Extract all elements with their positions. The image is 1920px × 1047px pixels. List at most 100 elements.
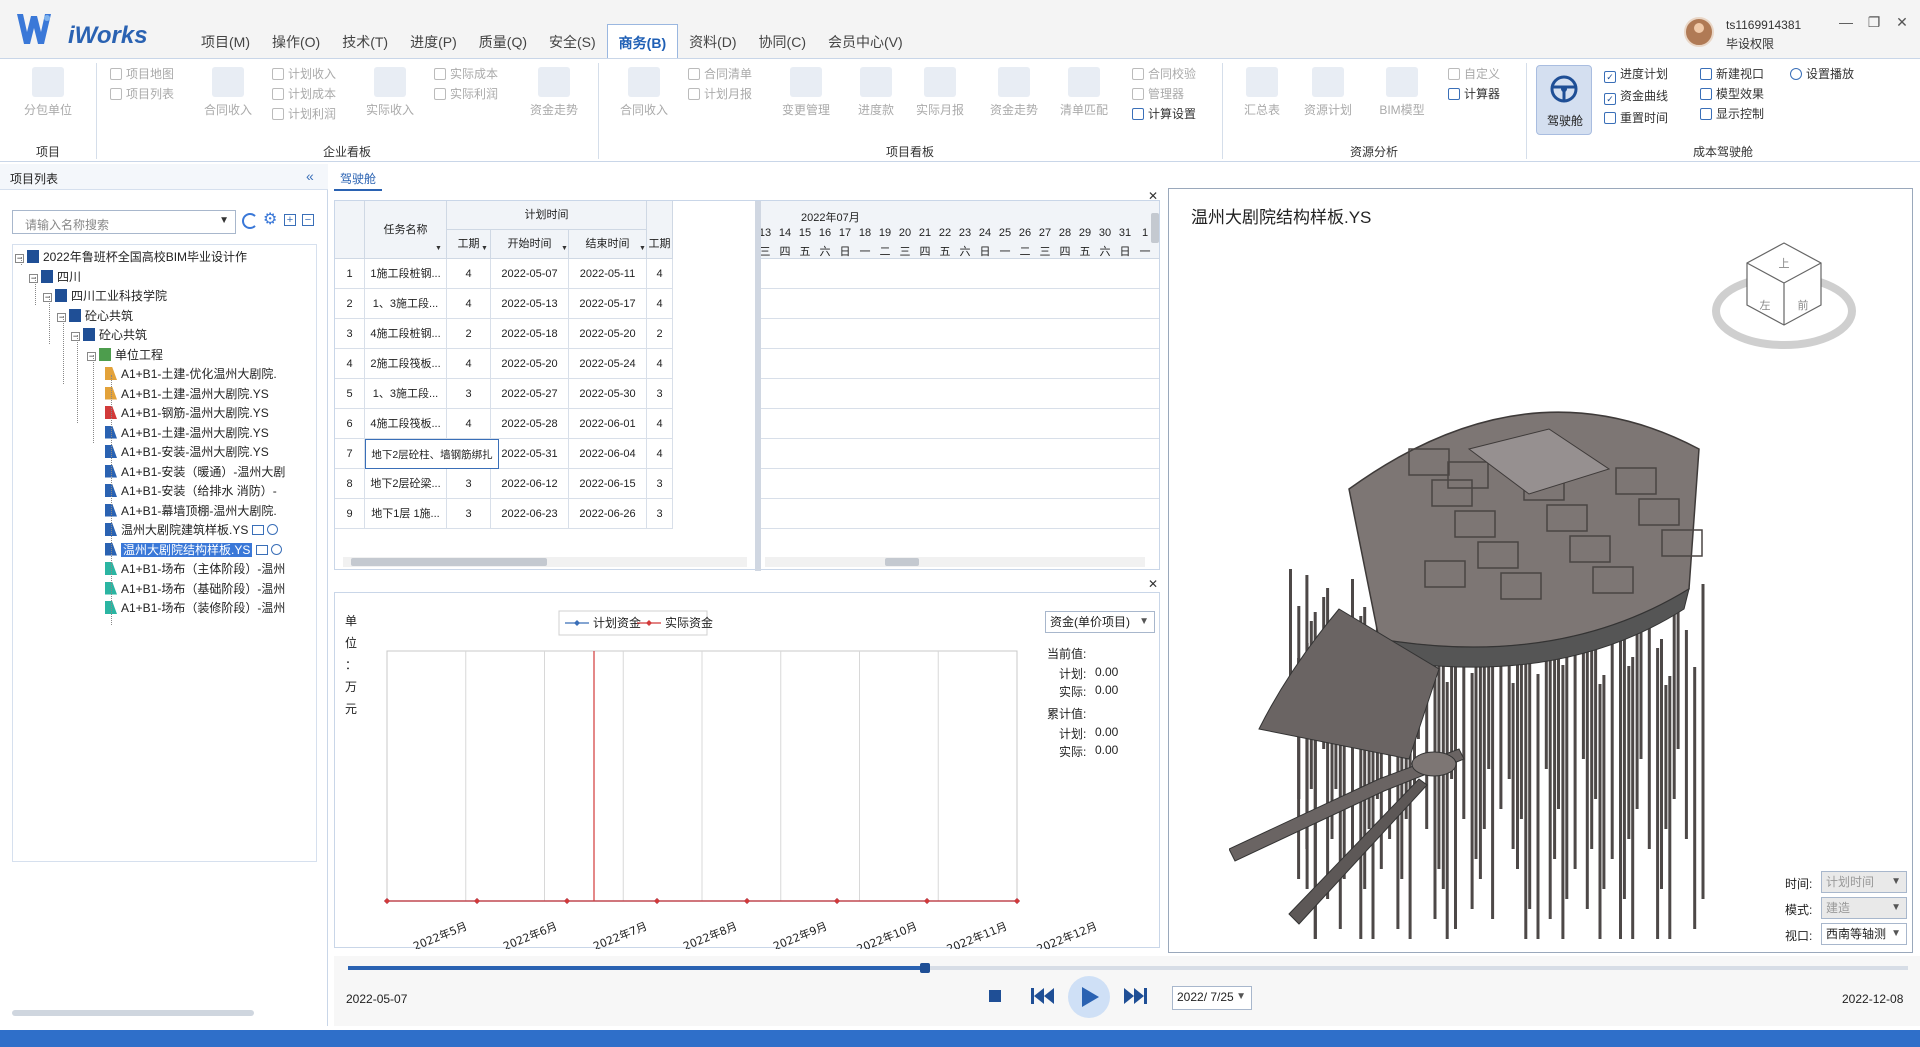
tree-node[interactable]: A1+B1-土建-温州大剧院.YS	[105, 423, 269, 443]
tree-toggle-icon[interactable]: −	[71, 332, 80, 341]
tree-node[interactable]: − 单位工程	[87, 345, 163, 365]
cell-no[interactable]: 6	[335, 409, 365, 439]
tree-toggle-icon[interactable]: −	[57, 312, 66, 322]
close-button[interactable]: ✕	[1890, 14, 1914, 31]
project-search-input[interactable]: 请输入名称搜索 ▼	[12, 210, 236, 234]
project-map-button[interactable]: 项目地图	[110, 65, 174, 83]
cell-task[interactable]: 4施工段筏板...	[365, 409, 447, 439]
current-date-picker[interactable]: 2022/ 7/25 ▼	[1172, 986, 1252, 1010]
pb-fund-trend-button[interactable]: 资金走势	[984, 67, 1044, 118]
menu-item-4[interactable]: 质量(Q)	[468, 24, 538, 60]
gantt-right-hscroll-thumb[interactable]	[885, 558, 919, 566]
table-row[interactable]: 5 1、3施工段... 3 2022-05-27 2022-05-30 3	[335, 379, 755, 409]
cell-dur2[interactable]: 2	[647, 319, 673, 349]
bim-model-button[interactable]: BIM模型	[1372, 67, 1432, 118]
doc-badge-icon[interactable]	[256, 544, 269, 555]
cell-dur[interactable]: 4	[447, 289, 491, 319]
cell-task[interactable]: 1、3施工段...	[365, 379, 447, 409]
menu-item-9[interactable]: 会员中心(V)	[817, 24, 914, 60]
mode-select[interactable]: 建造 ▼	[1821, 897, 1907, 919]
actual-cost-button[interactable]: 实际成本	[434, 65, 498, 83]
cell-dur2[interactable]: 4	[647, 409, 673, 439]
avatar[interactable]	[1684, 17, 1714, 47]
tree-horizontal-scrollbar[interactable]	[12, 1010, 254, 1016]
tree-node[interactable]: A1+B1-场布（主体阶段）-温州	[105, 559, 285, 579]
cell-no[interactable]: 1	[335, 259, 365, 289]
tree-node[interactable]: 温州大剧院结构样板.YS	[105, 540, 283, 560]
plan-income-button[interactable]: 计划收入	[272, 65, 336, 83]
view-badge-icon[interactable]	[271, 543, 283, 555]
cell-end[interactable]: 2022-05-30	[569, 379, 647, 409]
set-playback-button[interactable]: 设置播放	[1790, 65, 1854, 83]
cell-dur2[interactable]: 4	[647, 349, 673, 379]
model-viewport[interactable]: 温州大剧院结构样板.YS 上 左 前 时间: 计划时间 ▼ 模式: 建造 ▼ 视口:…	[1168, 188, 1913, 953]
tree-node[interactable]: − 四川	[29, 267, 81, 287]
cell-dur[interactable]: 3	[447, 499, 491, 529]
menu-item-6[interactable]: 商务(B)	[606, 24, 679, 60]
cell-no[interactable]: 7	[335, 439, 365, 469]
calculator-button[interactable]: 计算器	[1448, 85, 1500, 103]
change-mgmt-button[interactable]: 变更管理	[776, 67, 836, 118]
collapse-panel-button[interactable]: «	[306, 168, 314, 184]
close-chart-icon[interactable]: ✕	[1148, 577, 1158, 591]
stop-button[interactable]	[989, 990, 1001, 1002]
menu-item-5[interactable]: 安全(S)	[538, 24, 607, 60]
tree-node[interactable]: 温州大剧院建筑样板.YS	[105, 520, 279, 540]
tree-toggle-icon[interactable]: −	[87, 351, 96, 361]
cell-dur2[interactable]: 4	[647, 439, 673, 469]
cell-dur[interactable]: 2	[447, 319, 491, 349]
tree-node[interactable]: A1+B1-场布（装修阶段）-温州	[105, 598, 285, 618]
table-row[interactable]: 6 4施工段筏板... 4 2022-05-28 2022-06-01 4	[335, 409, 755, 439]
cell-start[interactable]: 2022-05-27	[491, 379, 569, 409]
tree-node[interactable]: A1+B1-钢筋-温州大剧院.YS	[105, 403, 269, 423]
table-row[interactable]: 8 地下2层砼梁... 3 2022-06-12 2022-06-15 3	[335, 469, 755, 499]
cockpit-tab[interactable]: 驾驶舱	[334, 164, 382, 191]
filter-arrow-icon[interactable]: ▼	[639, 245, 646, 252]
cell-dur2[interactable]: 4	[647, 259, 673, 289]
cell-start[interactable]: 2022-05-13	[491, 289, 569, 319]
tree-node[interactable]: A1+B1-安装（给排水 消防）-	[105, 481, 277, 501]
cell-task[interactable]: 地下2层砼梁...	[365, 469, 447, 499]
filter-arrow-icon[interactable]: ▼	[481, 245, 488, 252]
menu-item-3[interactable]: 进度(P)	[399, 24, 468, 60]
cell-no[interactable]: 3	[335, 319, 365, 349]
cell-dur2[interactable]: 3	[647, 499, 673, 529]
manager-button[interactable]: 管理器	[1132, 85, 1184, 103]
resource-plan-button[interactable]: 资源计划	[1298, 67, 1358, 118]
cell-start[interactable]: 2022-06-23	[491, 499, 569, 529]
reset-time-button[interactable]: 重置时间	[1604, 109, 1668, 127]
gantt-right-hscroll[interactable]	[765, 557, 1145, 567]
tree-node[interactable]: A1+B1-幕墙顶棚-温州大剧院.	[105, 501, 277, 521]
fund-curve-checkbox[interactable]: ✓ 资金曲线	[1604, 87, 1668, 105]
cell-task[interactable]: 2施工段筏板...	[365, 349, 447, 379]
split-unit-button[interactable]: 分包单位	[18, 67, 78, 118]
tree-node[interactable]: − 砼心共筑	[71, 325, 147, 345]
tree-toggle-icon[interactable]: −	[29, 273, 38, 283]
cell-dur[interactable]: 4	[447, 409, 491, 439]
actual-profit-button[interactable]: 实际利润	[434, 85, 498, 103]
menu-item-8[interactable]: 协同(C)	[748, 24, 817, 60]
tree-node[interactable]: A1+B1-土建-优化温州大剧院.	[105, 364, 277, 384]
viewport-select[interactable]: 西南等轴测 ▼	[1821, 923, 1907, 945]
doc-badge-icon[interactable]	[252, 525, 265, 535]
refresh-icon[interactable]	[242, 213, 258, 229]
next-button[interactable]	[1122, 986, 1148, 1006]
table-row[interactable]: 1 1施工段桩钢... 4 2022-05-07 2022-05-11 4	[335, 259, 755, 289]
filter-arrow-icon[interactable]: ▼	[561, 245, 568, 252]
cell-end[interactable]: 2022-05-24	[569, 349, 647, 379]
actual-monthly-button[interactable]: 实际月报	[910, 67, 970, 118]
display-control-button[interactable]: 显示控制	[1700, 105, 1764, 123]
restore-button[interactable]: ❐	[1862, 14, 1886, 31]
dropdown-arrow-icon[interactable]: ▼	[219, 215, 229, 226]
cell-start[interactable]: 2022-05-28	[491, 409, 569, 439]
progress-plan-checkbox[interactable]: ✓ 进度计划	[1604, 65, 1668, 83]
cell-end[interactable]: 2022-06-01	[569, 409, 647, 439]
plan-cost-button[interactable]: 计划成本	[272, 85, 336, 103]
play-button[interactable]	[1068, 976, 1110, 1018]
menu-item-2[interactable]: 技术(T)	[331, 24, 399, 60]
table-row[interactable]: 4 2施工段筏板... 4 2022-05-20 2022-05-24 4	[335, 349, 755, 379]
cell-start[interactable]: 2022-06-12	[491, 469, 569, 499]
cell-task[interactable]: 4施工段桩钢...	[365, 319, 447, 349]
table-row[interactable]: 3 4施工段桩钢... 2 2022-05-18 2022-05-20 2	[335, 319, 755, 349]
minimize-button[interactable]: —	[1834, 14, 1858, 30]
